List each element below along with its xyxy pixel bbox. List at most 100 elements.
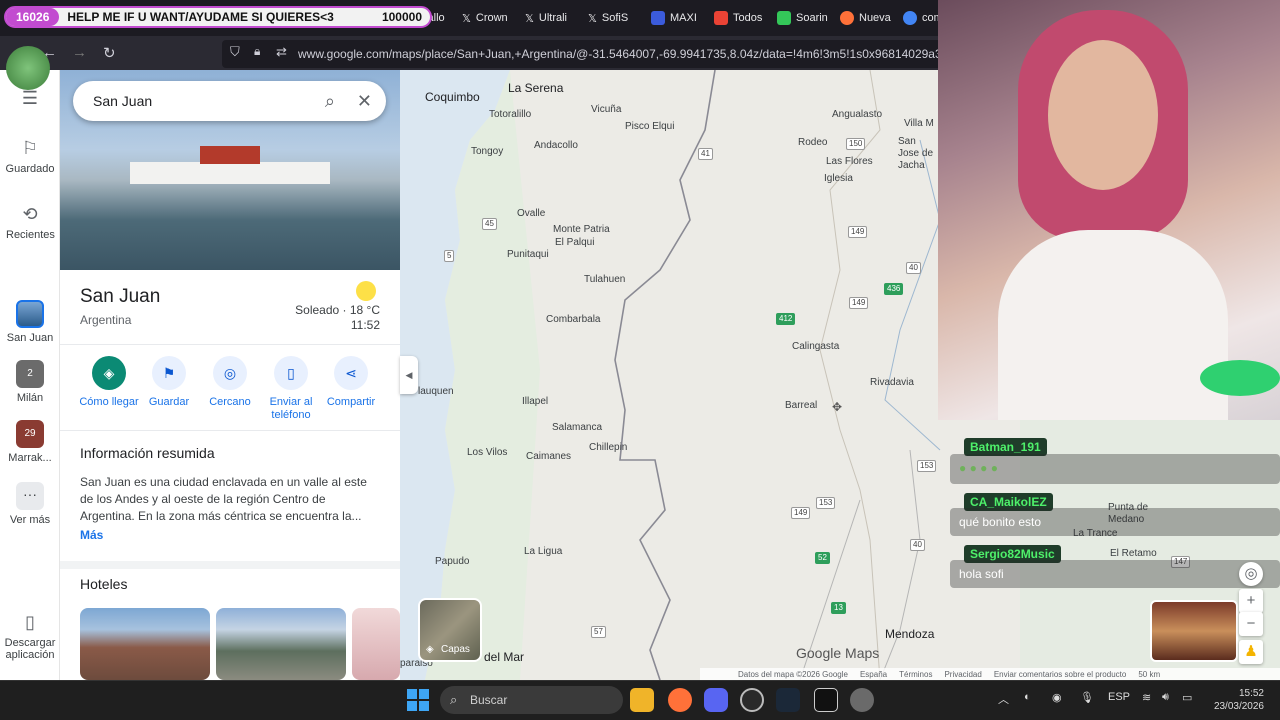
city-label: Tulahuen [584,274,626,285]
route-shield: 40 [910,539,925,551]
privacy-link[interactable]: Privacidad [944,670,981,679]
recent-place-san-juan[interactable]: San Juan [0,300,60,344]
city-label: Vicuña [591,104,622,115]
tab-ultrali[interactable]: 𝕏 Ultrali [525,6,567,30]
nearby-icon: ◎ [213,356,247,390]
place-country: Argentina [80,313,132,327]
discord-icon[interactable] [704,688,728,712]
place-thumbnail [16,300,44,328]
zoom-out-button[interactable]: − [1239,612,1263,636]
route-shield: 412 [776,313,796,325]
reload-icon[interactable]: ↻ [103,44,116,62]
divider [60,430,400,431]
action-label: Guardar [148,396,190,408]
city-label: Mendoza [885,627,935,641]
steam-tray-icon[interactable]: ◐ [1024,691,1031,703]
wifi-icon[interactable]: ≋ [1142,691,1151,704]
pegman-button[interactable]: ♟ [1239,640,1263,664]
city-label: Los Vilos [467,447,508,458]
city-label: El Palqui [555,237,595,248]
volume-icon[interactable]: 🔊︎ [1162,691,1169,704]
summary-title: Información resumida [80,445,215,461]
city-label: Coquimbo [425,90,480,104]
tab-todos[interactable]: Todos [714,6,762,30]
discord-tray-icon[interactable]: ◉ [1052,691,1062,704]
obs-icon[interactable] [740,688,764,712]
send-to-phone-button[interactable]: ▯ Enviar al teléfono [260,356,322,422]
epic-games-icon[interactable] [814,688,838,712]
tab-sofis[interactable]: 𝕏 SofiS [588,6,628,30]
tab-nueva[interactable]: Nueva [840,6,891,30]
city-label: Las Flores [826,156,873,167]
city-label: Angualasto [832,109,883,120]
download-app-button[interactable]: ▯ Descargar aplicación [0,612,60,661]
share-button[interactable]: ⋖ Compartir [320,356,382,409]
lock-icon[interactable]: 🔒︎ [254,44,260,59]
weather-time: 11:52 [350,318,380,332]
route-shield: 149 [791,507,811,519]
close-icon[interactable]: ✕ [357,91,372,112]
search-box[interactable]: San Juan ⌕ ✕ [73,81,386,121]
url-bar[interactable]: www.google.com/maps/place/San+Juan,+Arge… [222,40,942,68]
search-icon[interactable]: ⌕ [325,91,335,112]
settings-icon[interactable] [850,688,874,712]
search-input[interactable]: San Juan [93,93,325,109]
street-view-preview[interactable] [1150,600,1238,662]
phone-icon: ▯ [25,612,35,632]
map-data-credit: Datos del mapa ©2026 Google [738,669,848,679]
city-label: El Retamo [1110,548,1157,559]
tab-soarin[interactable]: Soarin [777,6,828,30]
summary-more-link[interactable]: Más [80,527,380,544]
region-link[interactable]: España [860,670,887,679]
clock-time: 15:52 [1238,688,1264,699]
saved-label: Guardado [5,163,55,175]
nearby-button[interactable]: ◎ Cercano [199,356,261,409]
zoom-in-button[interactable]: + [1239,589,1263,613]
recent-place-marrakech[interactable]: 29 Marrak... [0,420,60,464]
steam-icon[interactable] [776,688,800,712]
recent-button[interactable]: ⟲ Recientes [0,204,60,241]
route-shield: 153 [917,460,937,472]
taskbar-search[interactable]: ⌕ Buscar [440,686,623,714]
tab-label: Crown [475,12,508,24]
layers-icon: ◈ [426,644,434,655]
permissions-icon[interactable]: ⇄ [276,44,287,60]
save-button[interactable]: ⚑ Guardar [138,356,200,409]
chevron-up-icon[interactable]: ︿ [998,691,1009,707]
route-shield: 13 [831,602,846,614]
hotel-card[interactable] [216,608,346,680]
forward-icon[interactable]: → [72,44,87,61]
menu-button[interactable]: ☰ [0,88,60,113]
recent-place-milan[interactable]: 2 Milán [0,360,60,404]
file-explorer-icon[interactable] [630,688,654,712]
more-button[interactable]: ··· Ver más [0,482,60,526]
tab-crown[interactable]: 𝕏 Crown [462,6,508,30]
firefox-icon[interactable] [668,688,692,712]
city-label: Papudo [435,556,470,567]
city-label: Barreal [785,400,818,411]
language-indicator[interactable]: ESP [1108,691,1130,703]
route-shield: 149 [848,226,868,238]
saved-button[interactable]: ⚐ Guardado [0,138,60,175]
start-tile [407,689,417,699]
clock[interactable]: 15:52 23/03/2026 [1212,687,1264,713]
tab-favicon [651,11,665,25]
city-label: Calingasta [792,341,840,352]
feedback-link[interactable]: Enviar comentarios sobre el producto [994,670,1127,679]
terms-link[interactable]: Términos [899,670,932,679]
x-icon: 𝕏 [588,12,597,25]
windows-start-icon[interactable] [406,688,430,712]
hotel-card[interactable] [352,608,400,680]
directions-button[interactable]: ◈ Cómo llegar [78,356,140,409]
building-roof-shape [200,146,260,164]
layers-button[interactable]: ◈ Capas [418,598,482,662]
collapse-panel-button[interactable]: ◀ [400,356,418,394]
tab-maxi[interactable]: MAXI [651,6,697,30]
hotel-card[interactable] [80,608,210,680]
battery-icon[interactable]: ▭ [1182,691,1192,704]
microphone-icon[interactable]: 🎙︎ [1080,691,1094,704]
tab-label: SofiS [601,12,629,24]
shield-icon[interactable]: ⛉ [230,44,240,60]
my-location-button[interactable]: ◎ [1239,562,1263,586]
tab-label: Soarin [796,12,828,24]
